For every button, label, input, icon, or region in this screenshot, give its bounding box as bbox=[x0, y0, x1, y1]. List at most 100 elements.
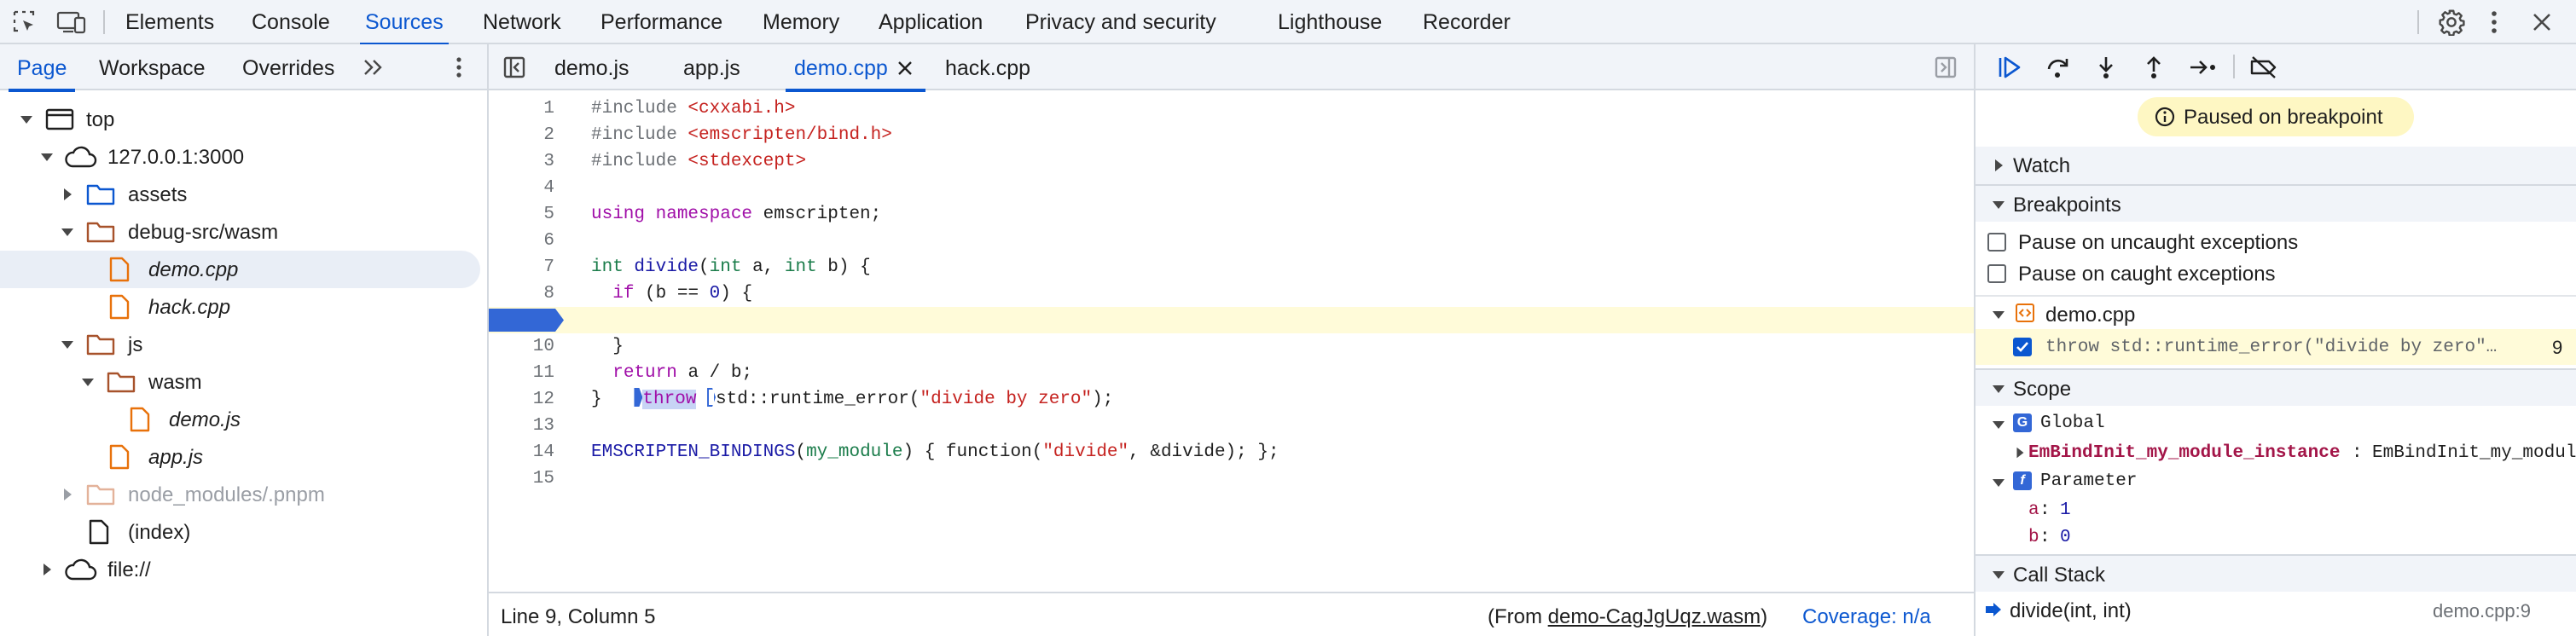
editor-tab-demo-js[interactable]: demo.js bbox=[554, 44, 629, 90]
settings-gear-icon[interactable] bbox=[2436, 7, 2467, 38]
tree-item-app-js[interactable]: app.js bbox=[0, 438, 487, 476]
tree-item-index[interactable]: (index) bbox=[0, 513, 487, 551]
collapsed-triangle-icon[interactable] bbox=[60, 487, 75, 502]
collapsed-triangle-icon[interactable] bbox=[1991, 158, 2006, 173]
coverage-link[interactable]: Coverage: n/a bbox=[1802, 605, 1931, 629]
param-a-row[interactable]: a : 1 bbox=[1976, 496, 2576, 523]
tab-performance[interactable]: Performance bbox=[600, 0, 722, 44]
tab-workspace[interactable]: Workspace bbox=[99, 44, 206, 90]
step-out-icon[interactable] bbox=[2139, 55, 2168, 80]
tree-item-demo-js[interactable]: demo.js bbox=[0, 401, 487, 438]
editor-tab-demo-cpp[interactable]: demo.cpp bbox=[786, 44, 925, 92]
breakpoints-section-header[interactable]: Breakpoints bbox=[1976, 184, 2576, 222]
line-number[interactable]: 5 bbox=[489, 201, 554, 228]
tree-item-node-modules[interactable]: node_modules/.pnpm bbox=[0, 476, 487, 513]
navigator-menu-icon[interactable] bbox=[449, 54, 469, 81]
paused-banner: Paused on breakpoint bbox=[2138, 97, 2414, 136]
tab-privacy-and-security[interactable]: Privacy and security bbox=[1025, 0, 1216, 44]
expanded-triangle-icon[interactable] bbox=[19, 112, 34, 127]
collapsed-triangle-icon[interactable] bbox=[60, 187, 75, 202]
line-number[interactable]: 10 bbox=[489, 333, 554, 360]
tab-elements[interactable]: Elements bbox=[125, 0, 214, 44]
line-number[interactable]: 2 bbox=[489, 122, 554, 148]
more-tabs-chevron-icon[interactable] bbox=[358, 55, 387, 79]
tab-overrides[interactable]: Overrides bbox=[242, 44, 334, 90]
scope-global-row[interactable]: G Global bbox=[1976, 409, 2576, 438]
watch-section-header[interactable]: Watch bbox=[1976, 147, 2576, 184]
tree-item-origin[interactable]: 127.0.0.1:3000 bbox=[0, 138, 487, 176]
close-tab-icon[interactable] bbox=[895, 58, 915, 78]
tree-label: app.js bbox=[148, 446, 204, 469]
collapsed-triangle-icon[interactable] bbox=[2013, 446, 2027, 460]
call-frame-row[interactable]: divide(int, int) demo.cpp:9 bbox=[1976, 592, 2576, 627]
expanded-triangle-icon[interactable] bbox=[1991, 307, 2006, 322]
tree-item-file-scheme[interactable]: file:// bbox=[0, 551, 487, 588]
expanded-triangle-icon[interactable] bbox=[1991, 381, 2006, 396]
expanded-triangle-icon[interactable] bbox=[1991, 475, 2006, 490]
editor-tab-app-js[interactable]: app.js bbox=[683, 44, 740, 90]
line-number[interactable]: 4 bbox=[489, 175, 554, 201]
expanded-triangle-icon[interactable] bbox=[60, 337, 75, 352]
scope-section-header[interactable]: Scope bbox=[1976, 368, 2576, 406]
inspect-element-icon[interactable] bbox=[10, 9, 39, 36]
tab-network[interactable]: Network bbox=[483, 0, 561, 44]
line-number[interactable]: 12 bbox=[489, 386, 554, 413]
tab-page[interactable]: Page bbox=[8, 44, 76, 92]
pause-caught-label: Pause on caught exceptions bbox=[2018, 263, 2276, 286]
tab-memory[interactable]: Memory bbox=[763, 0, 839, 44]
tab-application[interactable]: Application bbox=[879, 0, 983, 44]
expanded-triangle-icon[interactable] bbox=[60, 224, 75, 240]
wasm-source-link[interactable]: demo-CagJgUqz.wasm bbox=[1548, 605, 1761, 628]
expanded-triangle-icon[interactable] bbox=[39, 149, 55, 165]
expanded-triangle-icon[interactable] bbox=[1991, 417, 2006, 432]
step-icon[interactable] bbox=[2187, 55, 2219, 80]
tab-recorder[interactable]: Recorder bbox=[1423, 0, 1511, 44]
breakpoint-marker-icon[interactable] bbox=[489, 309, 564, 332]
step-into-icon[interactable] bbox=[2092, 55, 2121, 80]
pause-caught-checkbox[interactable] bbox=[1987, 264, 2006, 283]
close-devtools-icon[interactable] bbox=[2527, 7, 2557, 38]
more-options-icon[interactable] bbox=[2484, 7, 2504, 38]
line-number[interactable]: 8 bbox=[489, 280, 554, 307]
expanded-triangle-icon[interactable] bbox=[1991, 197, 2006, 212]
resume-icon[interactable] bbox=[1996, 55, 2025, 80]
line-number[interactable]: 1 bbox=[489, 95, 554, 122]
toggle-navigator-icon[interactable] bbox=[501, 55, 528, 80]
tree-item-debug-src-wasm[interactable]: debug-src/wasm bbox=[0, 213, 487, 251]
deactivate-breakpoints-icon[interactable] bbox=[2248, 55, 2279, 80]
line-number[interactable]: 6 bbox=[489, 228, 554, 254]
tab-sources[interactable]: Sources bbox=[360, 0, 449, 46]
param-b-row[interactable]: b : 0 bbox=[1976, 523, 2576, 551]
code-area[interactable]: 1 #include <cxxabi.h> 2 #include <emscript… bbox=[489, 90, 1974, 634]
line-number[interactable]: 3 bbox=[489, 148, 554, 175]
callstack-section-header[interactable]: Call Stack bbox=[1976, 554, 2576, 592]
line-number[interactable]: 11 bbox=[489, 360, 554, 386]
line-number[interactable]: 15 bbox=[489, 465, 554, 492]
breakpoint-entry[interactable]: throw std::runtime_error("divide by zero… bbox=[1976, 329, 2576, 365]
editor-tab-hack-cpp[interactable]: hack.cpp bbox=[945, 44, 1030, 90]
tree-item-assets[interactable]: assets bbox=[0, 176, 487, 213]
scope-parameter-row[interactable]: f Parameter bbox=[1976, 467, 2576, 496]
variable-name: b bbox=[2028, 528, 2039, 547]
toggle-debugger-icon[interactable] bbox=[1932, 55, 1959, 80]
global-variable-row[interactable]: EmBindInit_my_module_instance : EmBindIn… bbox=[1976, 438, 2576, 467]
breakpoint-checkbox[interactable] bbox=[2013, 338, 2032, 356]
folder-icon bbox=[86, 222, 115, 243]
line-number[interactable]: 14 bbox=[489, 439, 554, 465]
pause-uncaught-checkbox[interactable] bbox=[1987, 233, 2006, 252]
breakpoint-file-row[interactable]: demo.cpp bbox=[1976, 295, 2576, 329]
device-toolbar-icon[interactable] bbox=[55, 9, 89, 36]
expanded-triangle-icon[interactable] bbox=[80, 374, 96, 390]
collapsed-triangle-icon[interactable] bbox=[39, 562, 55, 577]
tree-item-top[interactable]: top bbox=[0, 101, 487, 138]
step-over-icon[interactable] bbox=[2044, 55, 2073, 80]
expanded-triangle-icon[interactable] bbox=[1991, 567, 2006, 582]
line-number[interactable]: 7 bbox=[489, 254, 554, 280]
tree-item-js[interactable]: js bbox=[0, 326, 487, 363]
line-number[interactable]: 13 bbox=[489, 413, 554, 439]
tree-item-wasm[interactable]: wasm bbox=[0, 363, 487, 401]
tree-item-demo-cpp[interactable]: demo.cpp bbox=[0, 251, 480, 288]
tree-item-hack-cpp[interactable]: hack.cpp bbox=[0, 288, 487, 326]
tab-console[interactable]: Console bbox=[252, 0, 330, 44]
tab-lighthouse[interactable]: Lighthouse bbox=[1278, 0, 1382, 44]
